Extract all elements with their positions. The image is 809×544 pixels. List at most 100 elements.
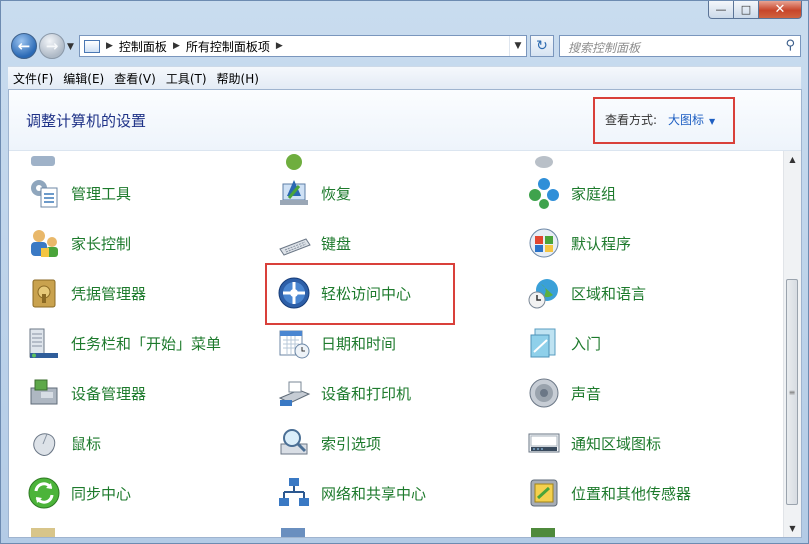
menu-help[interactable]: 帮助(H) [212,70,264,87]
address-bar[interactable]: ▶ 控制面板 ▶ 所有控制面板项 ▶ ▼ [79,35,527,57]
breadcrumb-separator-icon[interactable]: ▶ [173,41,180,51]
maximize-button[interactable]: □ [734,1,759,19]
highlight-box-ease-of-access [265,263,455,325]
item-label: 位置和其他传感器 [571,484,692,503]
item-label: 管理工具 [71,184,132,203]
notification-area-icon [527,426,561,460]
location-sensors-icon [527,476,561,510]
search-placeholder: 搜索控制面板 [568,41,641,55]
item-date-time[interactable]: 日期和时间 [277,323,396,363]
control-panel-icon [84,39,100,53]
menu-edit[interactable]: 编辑(E) [58,70,109,87]
scroll-up-arrow-icon[interactable]: ▲ [784,151,801,168]
partial-item-icon [27,142,61,176]
item-label: 设备和打印机 [321,384,412,403]
item-label: 设备管理器 [71,384,147,403]
item-sync-center[interactable]: 同步中心 [27,473,131,513]
control-panel-items-grid: 管理工具 恢复 家庭组 家长控制 键盘 默认程序 凭据管理器 轻松访问中心 区域… [9,151,783,537]
taskbar-icon [27,326,61,360]
partial-item[interactable] [527,523,561,537]
forward-arrow-icon: → [45,37,59,55]
item-indexing-options[interactable]: 索引选项 [277,423,381,463]
item-mouse[interactable]: 鼠标 [27,423,101,463]
content-header: 调整计算机的设置 查看方式: 大图标 ▼ [9,90,801,151]
partial-item-icon [277,142,311,176]
item-label: 声音 [571,384,602,403]
breadcrumb-separator-icon[interactable]: ▶ [276,41,283,51]
item-default-programs[interactable]: 默认程序 [527,223,631,263]
control-panel-window: — □ ✕ ← → ▼ ▶ 控制面板 ▶ 所有控制面板项 ▶ ▼ ↻ 搜索控制面… [0,0,809,544]
item-sound[interactable]: 声音 [527,373,601,413]
item-taskbar-start-menu[interactable]: 任务栏和「开始」菜单 [27,323,221,363]
item-label: 任务栏和「开始」菜单 [71,334,222,353]
printer-icon [277,376,311,410]
speaker-icon [527,376,561,410]
breadcrumb-control-panel[interactable]: 控制面板 [119,38,167,55]
item-label: 家庭组 [571,184,617,203]
item-label: 入门 [571,334,602,353]
navigation-bar: ← → ▼ ▶ 控制面板 ▶ 所有控制面板项 ▶ ▼ ↻ 搜索控制面板 ⚲ [1,32,808,62]
search-icon[interactable]: ⚲ [785,38,795,53]
item-credential-manager[interactable]: 凭据管理器 [27,273,146,313]
content-pane: 调整计算机的设置 查看方式: 大图标 ▼ 管理工具 恢复 家庭组 家长控制 键盘… [8,89,802,538]
default-programs-icon [527,226,561,260]
keyboard-icon [277,226,311,260]
scroll-down-arrow-icon[interactable]: ▼ [784,520,801,537]
vertical-scrollbar[interactable]: ▲ ≡ ▼ [783,151,801,537]
getting-started-icon [527,326,561,360]
item-label: 同步中心 [71,484,132,503]
item-location-sensors[interactable]: 位置和其他传感器 [527,473,691,513]
minimize-button[interactable]: — [708,1,734,19]
item-label: 键盘 [321,234,352,253]
item-device-manager[interactable]: 设备管理器 [27,373,146,413]
item-recovery[interactable]: 恢复 [277,173,351,213]
item-label: 日期和时间 [321,334,397,353]
refresh-icon: ↻ [536,38,548,54]
close-button[interactable]: ✕ [759,1,802,19]
item-homegroup[interactable]: 家庭组 [527,173,616,213]
back-arrow-icon: ← [17,37,31,55]
partial-item-icon [527,526,561,537]
menu-view[interactable]: 查看(V) [109,70,161,87]
partial-item[interactable] [27,523,61,537]
item-getting-started[interactable]: 入门 [527,323,601,363]
breadcrumb-separator-icon[interactable]: ▶ [106,41,113,51]
mouse-icon [27,426,61,460]
recent-pages-dropdown[interactable]: ▼ [67,42,74,52]
item-label: 索引选项 [321,434,382,453]
item-label: 网络和共享中心 [321,484,427,503]
item-keyboard[interactable]: 键盘 [277,223,351,263]
item-label: 凭据管理器 [71,284,147,303]
search-box[interactable]: 搜索控制面板 ⚲ [559,35,801,57]
address-history-dropdown[interactable]: ▼ [509,36,526,56]
item-label: 通知区域图标 [571,434,662,453]
item-region-language[interactable]: 区域和语言 [527,273,646,313]
indexing-icon [277,426,311,460]
calendar-clock-icon [277,326,311,360]
partial-item-icon [527,142,561,176]
back-button[interactable]: ← [11,33,37,59]
refresh-button[interactable]: ↻ [530,35,554,57]
network-icon [277,476,311,510]
item-label: 区域和语言 [571,284,647,303]
homegroup-icon [527,176,561,210]
item-label: 家长控制 [71,234,132,253]
sync-center-icon [27,476,61,510]
page-title: 调整计算机的设置 [26,112,147,130]
item-admin-tools[interactable]: 管理工具 [27,173,131,213]
highlight-box-view-by [593,97,735,144]
item-label: 默认程序 [571,234,632,253]
item-devices-printers[interactable]: 设备和打印机 [277,373,411,413]
item-parental-controls[interactable]: 家长控制 [27,223,131,263]
window-controls: — □ ✕ [708,1,802,19]
menu-file[interactable]: 文件(F) [8,70,58,87]
region-language-icon [527,276,561,310]
menu-tools[interactable]: 工具(T) [161,70,212,87]
item-network-sharing-center[interactable]: 网络和共享中心 [277,473,426,513]
breadcrumb-all-items[interactable]: 所有控制面板项 [186,38,270,55]
partial-item[interactable] [277,523,311,537]
item-notification-area-icons[interactable]: 通知区域图标 [527,423,661,463]
forward-button[interactable]: → [39,33,65,59]
scrollbar-thumb[interactable]: ≡ [786,279,798,505]
recovery-icon [277,176,311,210]
